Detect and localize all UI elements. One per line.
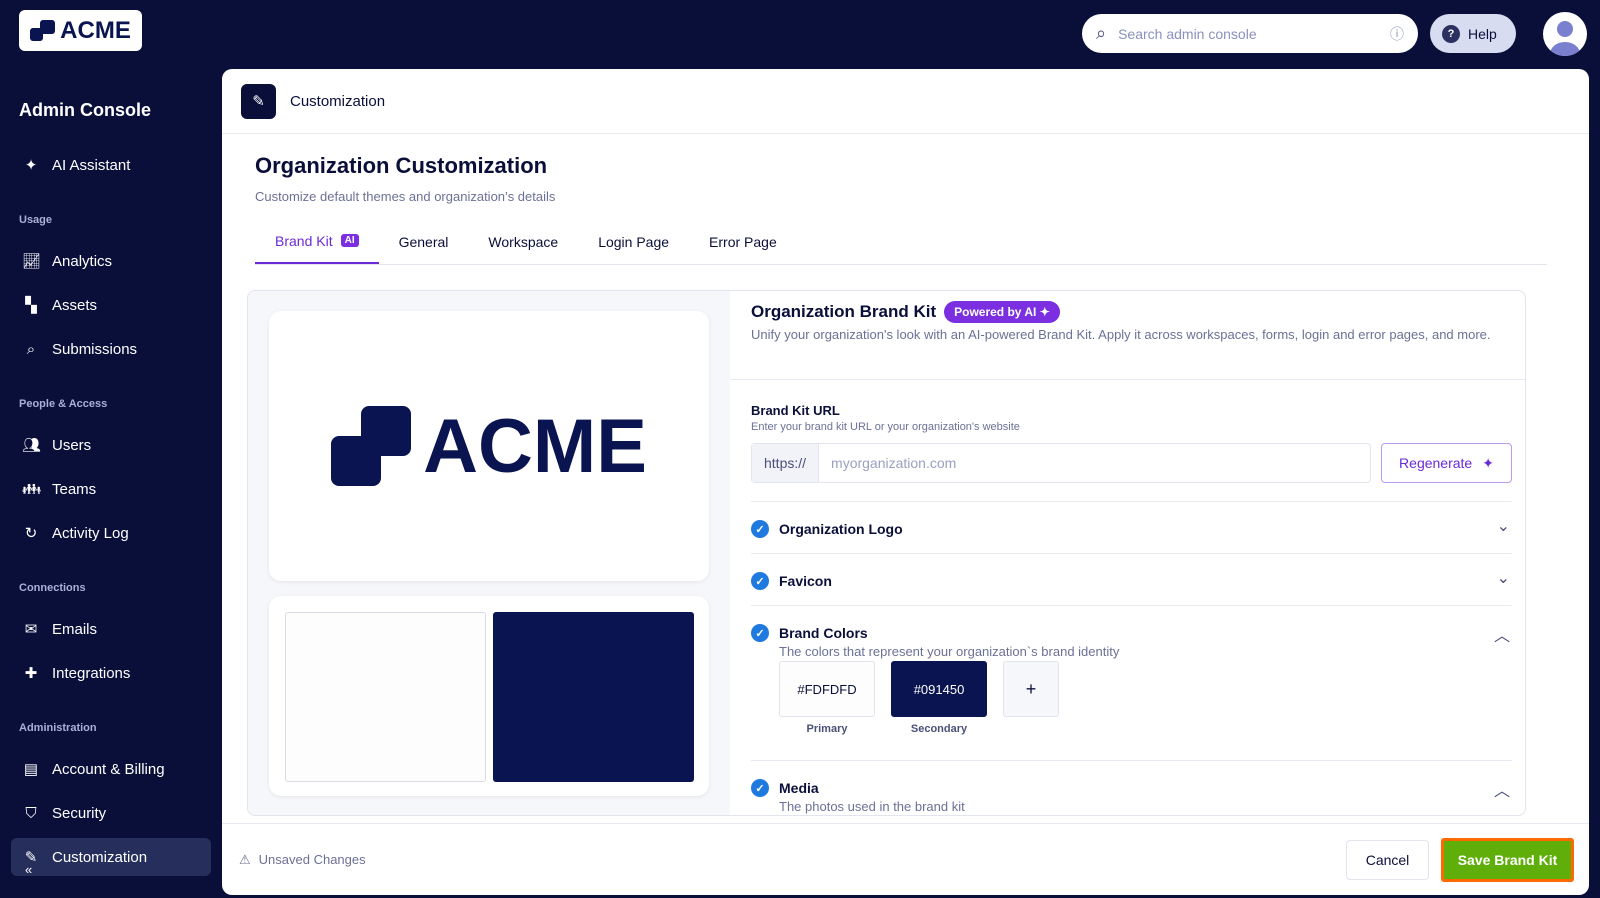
sidebar-item-emails[interactable]: ✉ Emails <box>11 610 211 648</box>
sidebar-title: Admin Console <box>19 100 152 120</box>
tab-error-page[interactable]: Error Page <box>689 219 797 264</box>
warning-icon: ⚠ <box>239 852 251 867</box>
logo-mark-icon <box>30 19 56 42</box>
brand-kit-url-input[interactable]: https://myorganization.com <box>751 443 1371 483</box>
search-icon: ⌕ <box>1096 23 1107 43</box>
add-color-button[interactable]: + <box>1003 661 1059 717</box>
sidebar-item-customization[interactable]: ✎ Customization <box>11 838 211 876</box>
search-icon: ⌕ <box>26 340 36 358</box>
accordion-organization-logo[interactable]: ✓ Organization Logo ⌄ <box>751 501 1512 553</box>
check-icon: ✓ <box>751 572 769 590</box>
shield-icon: ⛉ <box>25 804 37 822</box>
brand-kit-card: ACME Organization Brand Kit Powered by AI… <box>247 290 1526 816</box>
search-input[interactable]: ⌕ Search admin console ⓘ <box>1082 14 1418 53</box>
chevron-down-icon: ⌄ <box>1496 570 1510 587</box>
sidebar-item-users[interactable]: 👥︎ Users <box>11 426 211 464</box>
user-icon <box>1550 21 1580 56</box>
unsaved-changes: ⚠ Unsaved Changes <box>239 852 366 867</box>
id-card-icon: ▤ <box>23 761 39 778</box>
avatar[interactable] <box>1543 12 1587 56</box>
chevron-up-icon: ︿ <box>1493 628 1510 645</box>
brand-preview: ACME <box>248 291 730 815</box>
info-icon[interactable]: ⓘ <box>1390 24 1404 44</box>
color-primary[interactable]: #FDFDFD Primary <box>779 661 875 735</box>
sidebar-item-submissions[interactable]: ⌕ Submissions <box>11 330 211 368</box>
brand-kit-title: Organization Brand Kit Powered by AI ✦ <box>751 301 1060 323</box>
color-preview <box>269 596 709 796</box>
sidebar-item-assets[interactable]: ▚ Assets <box>11 286 211 324</box>
sidebar-item-integrations[interactable]: ✚ Integrations <box>11 654 211 692</box>
logo-mark-icon <box>331 406 412 486</box>
page-header: ✎ Customization <box>222 69 1589 134</box>
color-secondary[interactable]: #091450 Secondary <box>891 661 987 735</box>
section-connections: Connections <box>19 582 86 594</box>
secondary-swatch <box>493 612 694 782</box>
check-icon: ✓ <box>751 520 769 538</box>
tab-general[interactable]: General <box>379 219 469 264</box>
accordion-favicon[interactable]: ✓ Favicon ⌄ <box>751 553 1512 605</box>
tabs: Brand Kit AI General Workspace Login Page… <box>255 219 1547 265</box>
tab-brand-kit[interactable]: Brand Kit AI <box>255 219 379 264</box>
users-icon: 👥︎ <box>22 437 42 454</box>
sidebar-item-account-billing[interactable]: ▤ Account & Billing <box>11 750 211 788</box>
save-brand-kit-button[interactable]: Save Brand Kit <box>1441 838 1574 882</box>
url-hint: Enter your brand kit URL or your organiz… <box>751 421 1020 433</box>
accordion-media[interactable]: ✓ Media ︿ The photos used in the brand kit <box>751 760 1512 814</box>
sidebar-item-security[interactable]: ⛉ Security <box>11 794 211 832</box>
check-icon: ✓ <box>751 624 769 642</box>
page-subtitle: Customize default themes and organizatio… <box>255 189 556 204</box>
teams-icon: 👪︎ <box>22 481 42 498</box>
sidebar-item-analytics[interactable]: 📈︎ Analytics <box>11 242 211 280</box>
page-title: Organization Customization <box>255 153 548 178</box>
history-icon: ↻ <box>24 525 38 542</box>
chevron-down-icon: ⌄ <box>1496 518 1510 535</box>
cancel-button[interactable]: Cancel <box>1346 840 1429 880</box>
sparkle-icon: ✦ <box>1482 454 1494 471</box>
question-icon: ? <box>1442 24 1460 43</box>
customization-icon: ✎ <box>241 83 276 119</box>
section-administration: Administration <box>19 722 97 734</box>
sparkle-icon: ✦ <box>24 157 38 174</box>
ai-badge: AI <box>340 234 359 247</box>
chart-icon: 📈︎ <box>22 253 42 270</box>
help-button[interactable]: ? Help <box>1430 14 1516 53</box>
regenerate-button[interactable]: Regenerate ✦ <box>1381 443 1512 483</box>
puzzle-icon: ✚ <box>24 665 38 682</box>
chevron-up-icon: ︿ <box>1493 783 1510 800</box>
tab-workspace[interactable]: Workspace <box>468 219 578 264</box>
section-people: People & Access <box>19 398 108 410</box>
sidebar: Admin Console <box>0 80 222 121</box>
tab-login-page[interactable]: Login Page <box>578 219 689 264</box>
logo-preview: ACME <box>269 311 709 581</box>
main-panel: ✎ Customization Organization Customizatio… <box>222 69 1589 895</box>
section-usage: Usage <box>19 214 53 226</box>
primary-swatch <box>285 612 486 782</box>
sidebar-item-teams[interactable]: 👪︎ Teams <box>11 470 211 508</box>
assets-icon: ▚ <box>25 297 37 314</box>
footer-bar: ⚠ Unsaved Changes Cancel Save Brand Kit <box>222 823 1589 895</box>
sidebar-item-ai-assistant[interactable]: ✦ AI Assistant <box>11 146 211 184</box>
url-label: Brand Kit URL <box>751 403 840 418</box>
mail-icon: ✉ <box>24 621 38 638</box>
collapse-sidebar-icon[interactable]: « <box>25 862 32 877</box>
brand-kit-description: Unify your organization's look with an A… <box>751 327 1491 342</box>
sidebar-item-activity-log[interactable]: ↻ Activity Log <box>11 514 211 552</box>
check-icon: ✓ <box>751 779 769 797</box>
acme-logo[interactable]: ACME <box>19 10 142 51</box>
powered-by-ai-badge: Powered by AI ✦ <box>944 301 1060 323</box>
